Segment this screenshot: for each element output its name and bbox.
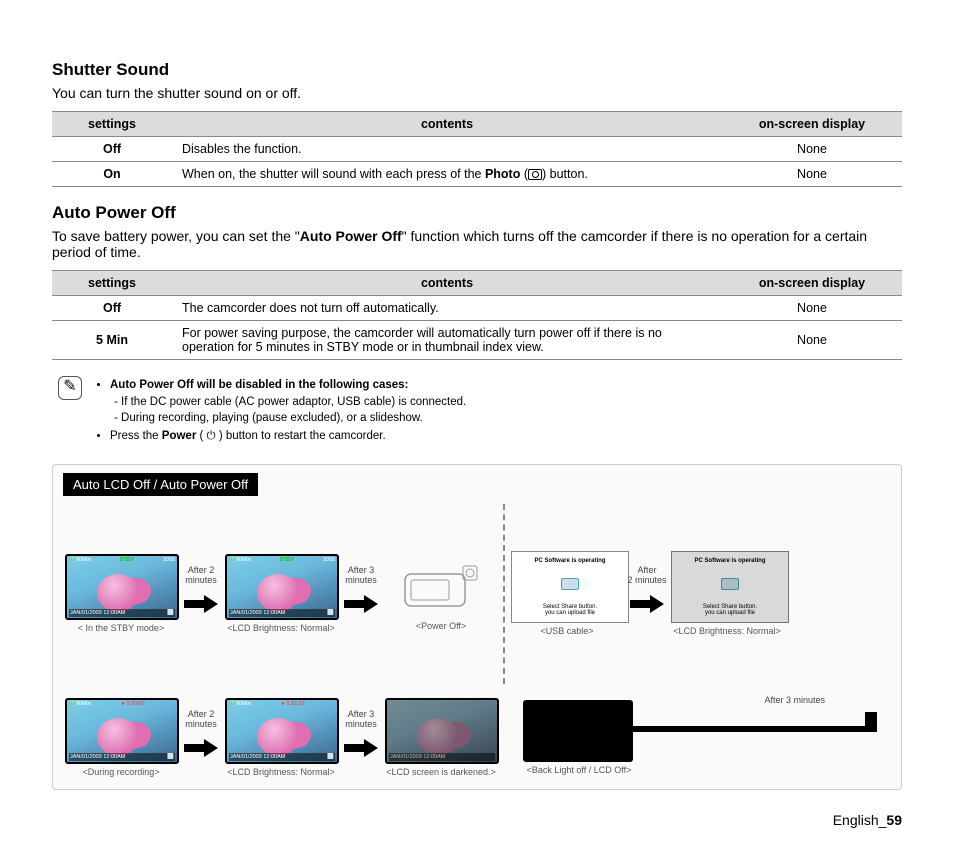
note-line: During recording, playing (pause exclude… bbox=[121, 412, 423, 424]
thumb-normal: 🔋90MinSTBY3058JAN/01/2009 12:00AM⬜ <LCD … bbox=[225, 554, 337, 633]
diagram-title: Auto LCD Off / Auto Power Off bbox=[63, 473, 258, 496]
arrow-right-icon bbox=[344, 587, 378, 621]
cell-display: None bbox=[722, 137, 902, 162]
camcorder-icon bbox=[385, 556, 495, 618]
table-row: Off The camcorder does not turn off auto… bbox=[52, 296, 902, 321]
arrow-label: After 3 minutes bbox=[339, 710, 383, 730]
arrow-back: After 3 minutes bbox=[595, 709, 885, 749]
thumb-stby: 🔋90MinSTBY3058JAN/01/2009 12:00AM⬜ < In … bbox=[65, 554, 177, 633]
heading-auto-power-off: Auto Power Off bbox=[52, 203, 902, 223]
thumb-recording: 🔋90Min● 0:00:00JAN/01/2009 12:00AM⬜ <Dur… bbox=[65, 698, 177, 777]
cell-display: None bbox=[722, 162, 902, 187]
divider bbox=[503, 504, 505, 684]
cell-content: When on, the shutter will sound with eac… bbox=[172, 162, 722, 187]
cell-setting: On bbox=[52, 162, 172, 187]
cell-content: For power saving purpose, the camcorder … bbox=[172, 321, 722, 360]
cell-setting: Off bbox=[52, 137, 172, 162]
thumb-dark: JAN/01/2009 12:00AM <LCD screen is darke… bbox=[385, 698, 497, 777]
arrow-left-icon bbox=[595, 709, 885, 749]
page-footer: English_59 bbox=[52, 812, 902, 828]
table-auto-power-off: settings contents on-screen display Off … bbox=[52, 270, 902, 360]
arrow-label: After 2 minutes bbox=[625, 566, 669, 586]
thumb-rec-normal: 🔋90Min● 0:32:30JAN/01/2009 12:00AM⬜ <LCD… bbox=[225, 698, 337, 777]
share-icon bbox=[561, 578, 579, 590]
note-line: If the DC power cable (AC power adaptor,… bbox=[121, 396, 466, 408]
arrow-right-icon bbox=[344, 731, 378, 765]
th-settings: settings bbox=[52, 112, 172, 137]
share-icon bbox=[721, 578, 739, 590]
arrow-label: After 2 minutes bbox=[179, 566, 223, 586]
heading-shutter-sound: Shutter Sound bbox=[52, 60, 902, 80]
th-settings: settings bbox=[52, 271, 172, 296]
cell-setting: Off bbox=[52, 296, 172, 321]
arrow-right-icon bbox=[184, 587, 218, 621]
power-icon: ⏻ bbox=[207, 430, 216, 442]
diagram-auto-lcd-off: Auto LCD Off / Auto Power Off 🔋90MinSTBY… bbox=[52, 464, 902, 790]
arrow-label: After 2 minutes bbox=[179, 710, 223, 730]
diagram-row: 🔋90MinSTBY3058JAN/01/2009 12:00AM⬜ < In … bbox=[65, 504, 889, 684]
th-contents: contents bbox=[172, 112, 722, 137]
note-block: ✎ Auto Power Off will be disabled in the… bbox=[58, 376, 902, 446]
th-display: on-screen display bbox=[722, 112, 902, 137]
desc-shutter-sound: You can turn the shutter sound on or off… bbox=[52, 85, 902, 101]
cell-content: Disables the function. bbox=[172, 137, 722, 162]
thumb-usb-normal: PC Software is operatingSelect Share but… bbox=[671, 551, 783, 636]
cell-display: None bbox=[722, 296, 902, 321]
th-display: on-screen display bbox=[722, 271, 902, 296]
cell-setting: 5 Min bbox=[52, 321, 172, 360]
arrow-right-icon bbox=[630, 587, 664, 621]
thumb-power-off: <Power Off> bbox=[385, 556, 497, 631]
thumb-usb: PC Software is operatingSelect Share but… bbox=[511, 551, 623, 636]
table-row: On When on, the shutter will sound with … bbox=[52, 162, 902, 187]
cell-content: The camcorder does not turn off automati… bbox=[172, 296, 722, 321]
note-bold: Auto Power Off will be disabled in the f… bbox=[110, 379, 408, 391]
arrow-label: After 3 minutes bbox=[339, 566, 383, 586]
cell-display: None bbox=[722, 321, 902, 360]
table-row: Off Disables the function. None bbox=[52, 137, 902, 162]
camera-icon bbox=[528, 169, 542, 180]
arrow-right-icon bbox=[184, 731, 218, 765]
desc-auto-power-off: To save battery power, you can set the "… bbox=[52, 228, 902, 260]
arrow-label: After 3 minutes bbox=[764, 695, 825, 705]
table-shutter-sound: settings contents on-screen display Off … bbox=[52, 111, 902, 187]
note-icon: ✎ bbox=[58, 376, 82, 400]
table-row: 5 Min For power saving purpose, the camc… bbox=[52, 321, 902, 360]
th-contents: contents bbox=[172, 271, 722, 296]
